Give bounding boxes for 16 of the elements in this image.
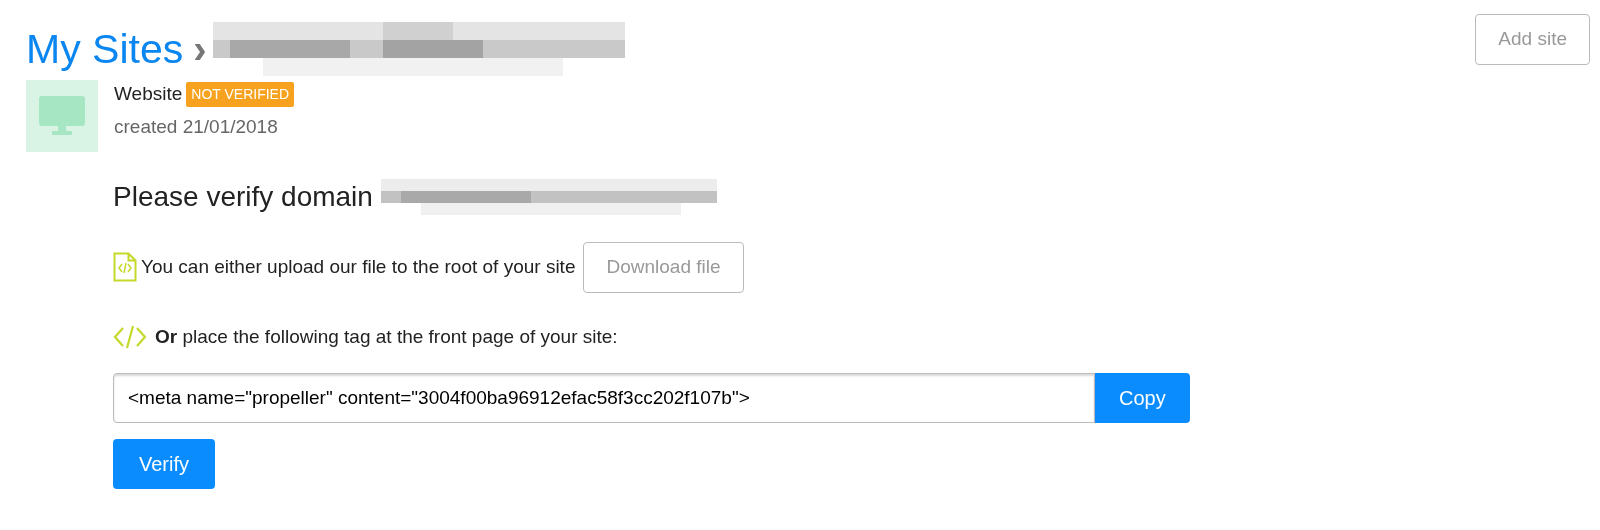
verify-button[interactable]: Verify [113,439,216,489]
code-file-icon [113,252,137,283]
breadcrumb-separator: › [193,29,207,69]
copy-button[interactable]: Copy [1095,373,1190,423]
add-site-button[interactable]: Add site [1475,14,1590,65]
verify-heading: Please verify domain [113,180,373,214]
created-date: created 21/01/2018 [114,114,279,139]
upload-instruction: You can either upload our file to the root of your site [141,255,576,279]
site-type-label: Website [114,82,183,106]
page-title[interactable]: My Sites [26,28,184,70]
monitor-icon [39,96,85,136]
meta-tag-field[interactable]: <meta name="propeller" content="3004f00ba96912efac58f3cc202f107b"> [113,373,1095,423]
status-badge: NOT VERIFIED [186,81,295,107]
download-file-button[interactable]: Download file [583,242,744,293]
code-icon [113,323,147,350]
tag-instruction: Or place the following tag at the front page of your site: [155,324,618,349]
